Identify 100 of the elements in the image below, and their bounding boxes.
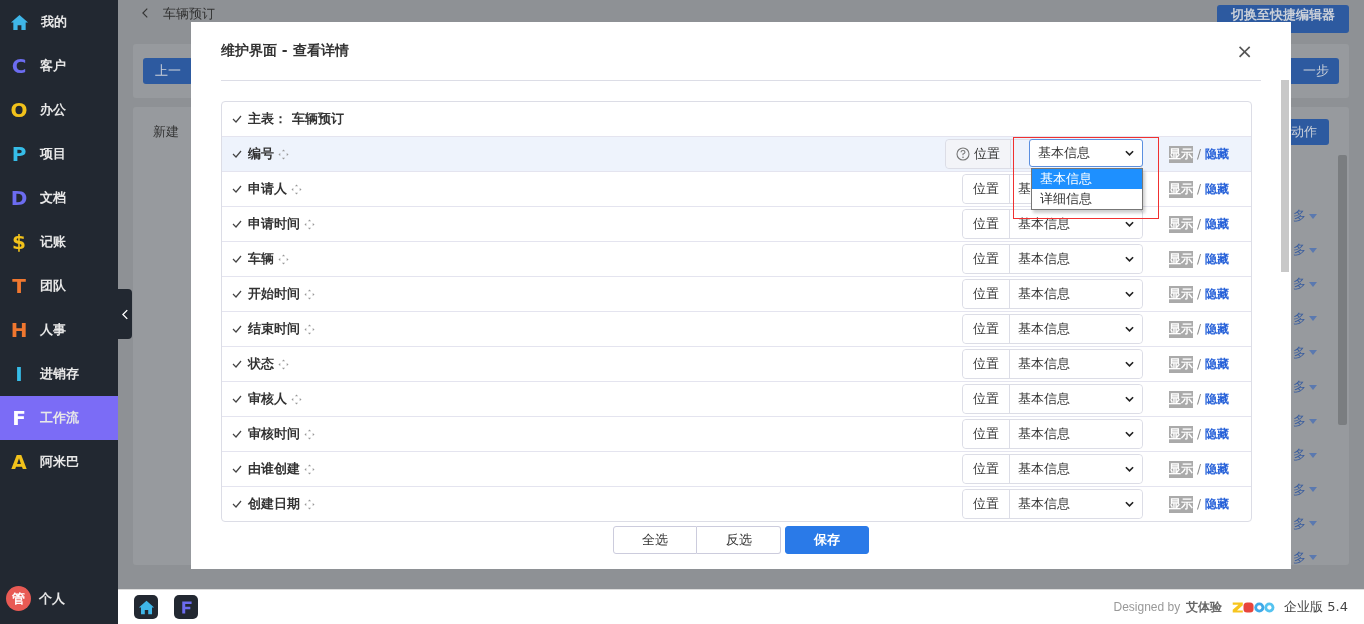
nav-item[interactable]: A 阿米巴 — [0, 440, 118, 484]
dialog-title: 维护界面 - 查看详情 — [221, 42, 349, 60]
nav-item[interactable]: H 人事 — [0, 308, 118, 352]
app-tile[interactable] — [174, 595, 198, 619]
move-icon[interactable] — [304, 463, 315, 475]
check-icon[interactable] — [232, 115, 242, 123]
nav-item[interactable]: O 办公 — [0, 88, 118, 132]
dropdown-option[interactable]: 详细信息 — [1032, 189, 1142, 209]
separator: / — [1197, 462, 1202, 476]
nav-label: 记账 — [40, 233, 66, 251]
avatar[interactable]: 管 — [6, 586, 31, 611]
hide-link[interactable]: 隐藏 — [1205, 285, 1230, 303]
check-icon[interactable] — [232, 395, 242, 403]
help-icon[interactable] — [956, 147, 970, 161]
move-icon[interactable] — [291, 393, 302, 405]
separator: / — [1197, 497, 1202, 511]
position-label: 位置 — [963, 175, 1010, 203]
check-icon[interactable] — [232, 465, 242, 473]
chevron-down-icon — [1125, 150, 1134, 156]
collapse-tab[interactable] — [118, 289, 132, 339]
edition-text: 企业版 5.4 — [1284, 598, 1348, 616]
hide-link[interactable]: 隐藏 — [1205, 145, 1230, 163]
check-icon[interactable] — [232, 255, 242, 263]
move-icon[interactable] — [278, 148, 289, 160]
separator: / — [1197, 427, 1202, 441]
app-tile[interactable] — [134, 595, 158, 619]
select-button[interactable]: 反选 — [697, 526, 781, 554]
user-label[interactable]: 个人 — [39, 589, 65, 608]
save-button[interactable]: 保存 — [785, 526, 869, 554]
previous-button[interactable]: 上一 — [143, 58, 193, 84]
field-name: 申请人 — [248, 180, 287, 198]
scrollbar[interactable] — [1281, 80, 1289, 272]
hide-link[interactable]: 隐藏 — [1205, 215, 1230, 233]
nav-item[interactable]: 我的 — [0, 0, 118, 44]
move-icon[interactable] — [278, 253, 289, 265]
field-name: 开始时间 — [248, 285, 300, 303]
separator: / — [1197, 392, 1202, 406]
nav-label: 人事 — [40, 321, 66, 339]
check-icon[interactable] — [232, 185, 242, 193]
separator: / — [1197, 252, 1202, 266]
nav-label: 阿米巴 — [40, 453, 79, 471]
nav-icon: A — [10, 452, 28, 472]
close-button[interactable]: × — [1228, 41, 1261, 61]
nav-label: 客户 — [40, 57, 66, 75]
field-name: 编号 — [248, 145, 274, 163]
move-icon[interactable] — [291, 183, 302, 195]
nav-item[interactable]: C 客户 — [0, 44, 118, 88]
move-icon[interactable] — [304, 218, 315, 230]
check-icon[interactable] — [232, 500, 242, 508]
nav-icon: H — [10, 320, 28, 340]
nav-item[interactable]: I 进销存 — [0, 352, 118, 396]
separator: / — [1197, 182, 1202, 196]
nav-item[interactable]: F 工作流 — [0, 396, 118, 440]
credit-text: Designed by — [1113, 600, 1181, 614]
nav-label: 团队 — [40, 277, 66, 295]
nav-icon: T — [10, 276, 28, 296]
field-name: 审核人 — [248, 390, 287, 408]
move-icon[interactable] — [278, 358, 289, 370]
nav-item[interactable]: $ 记账 — [0, 220, 118, 264]
nav-icon: I — [10, 364, 28, 384]
move-icon[interactable] — [304, 323, 315, 335]
nav-icon: F — [10, 408, 28, 428]
select-button[interactable]: 全选 — [613, 526, 697, 554]
check-icon[interactable] — [232, 150, 242, 158]
position-select[interactable]: 基本信息 — [1029, 139, 1143, 167]
table-title: 主表： 车辆预订 — [248, 110, 344, 128]
hide-link[interactable]: 隐藏 — [1205, 320, 1230, 338]
check-icon[interactable] — [232, 430, 242, 438]
dropdown-option[interactable]: 基本信息 — [1032, 169, 1142, 189]
separator: / — [1197, 322, 1202, 336]
designer-name[interactable]: 艾体验 — [1186, 598, 1223, 616]
hide-link[interactable]: 隐藏 — [1205, 460, 1230, 478]
nav-item[interactable]: D 文档 — [0, 176, 118, 220]
field-name: 申请时间 — [248, 215, 300, 233]
check-icon[interactable] — [232, 220, 242, 228]
separator: / — [1197, 287, 1202, 301]
separator: / — [1197, 357, 1202, 371]
new-tab[interactable]: 新建 — [153, 123, 179, 141]
hide-link[interactable]: 隐藏 — [1205, 180, 1230, 198]
hide-link[interactable]: 隐藏 — [1205, 250, 1230, 268]
field-name: 结束时间 — [248, 320, 300, 338]
check-icon[interactable] — [232, 325, 242, 333]
hide-link[interactable]: 隐藏 — [1205, 495, 1230, 513]
nav-icon: O — [10, 100, 28, 120]
nav-icon: D — [10, 188, 28, 208]
nav-item[interactable]: P 项目 — [0, 132, 118, 176]
back-icon[interactable] — [142, 7, 149, 19]
nav-item[interactable]: T 团队 — [0, 264, 118, 308]
hide-link[interactable]: 隐藏 — [1205, 390, 1230, 408]
move-icon[interactable] — [304, 428, 315, 440]
nav-label: 办公 — [40, 101, 66, 119]
hide-link[interactable]: 隐藏 — [1205, 355, 1230, 373]
check-icon[interactable] — [232, 290, 242, 298]
move-icon[interactable] — [304, 288, 315, 300]
separator: / — [1197, 147, 1202, 161]
hide-link[interactable]: 隐藏 — [1205, 425, 1230, 443]
move-icon[interactable] — [304, 498, 315, 510]
field-name: 车辆 — [248, 250, 274, 268]
scrollbar[interactable] — [1338, 155, 1347, 425]
check-icon[interactable] — [232, 360, 242, 368]
